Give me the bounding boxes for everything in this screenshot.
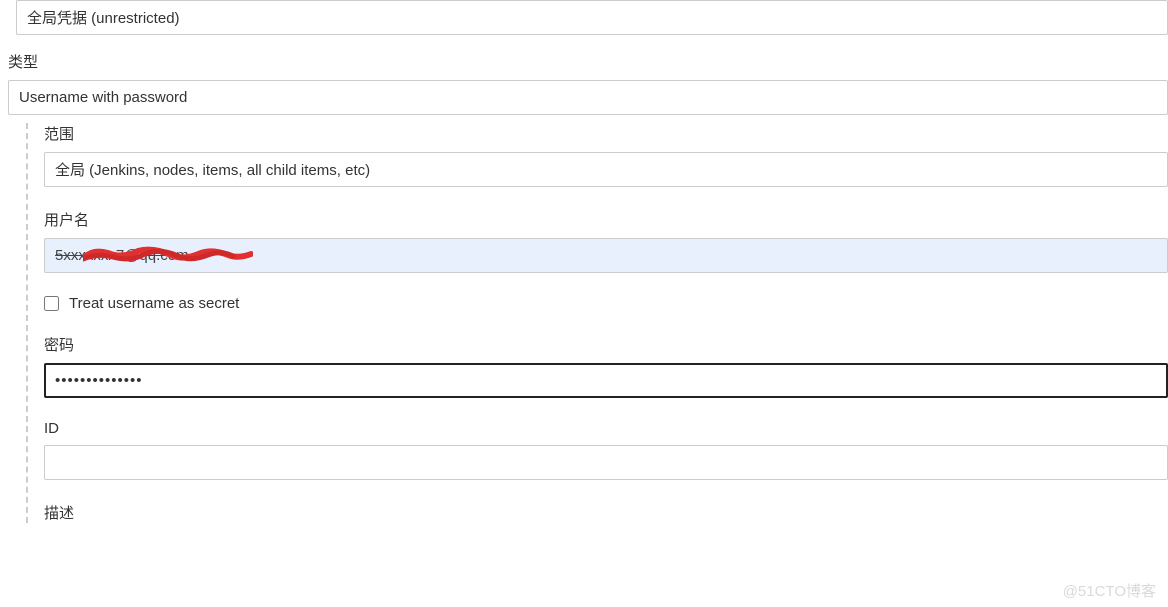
- id-label: ID: [44, 420, 1168, 437]
- type-select[interactable]: [8, 80, 1168, 115]
- credential-details-block: 范围 用户名 5xxxxxxx7@qq.com Treat username a…: [26, 123, 1168, 523]
- id-group: ID: [44, 420, 1168, 480]
- username-input[interactable]: 5xxxxxxx7@qq.com: [44, 238, 1168, 273]
- treat-username-secret-checkbox[interactable]: [44, 296, 59, 311]
- description-group: 描述: [44, 502, 1168, 523]
- username-value-redacted: 5xxxxxxx7@qq.com: [55, 247, 189, 264]
- id-input[interactable]: [44, 445, 1168, 480]
- password-label: 密码: [44, 334, 1168, 355]
- treat-secret-row: Treat username as secret: [44, 295, 1168, 312]
- treat-username-secret-label[interactable]: Treat username as secret: [69, 295, 239, 312]
- password-group: 密码: [44, 334, 1168, 398]
- password-input[interactable]: [44, 363, 1168, 398]
- type-section: 类型 范围 用户名 5xxxxxxx7@qq.com Treat usernam…: [0, 51, 1168, 523]
- scope-label: 范围: [44, 123, 1168, 144]
- watermark-text: @51CTO博客: [1063, 580, 1156, 601]
- username-group: 用户名 5xxxxxxx7@qq.com: [44, 209, 1168, 273]
- username-label: 用户名: [44, 209, 1168, 230]
- domain-section: [0, 0, 1168, 35]
- scope-select[interactable]: [44, 152, 1168, 187]
- description-label: 描述: [44, 502, 1168, 523]
- scope-group: 范围: [44, 123, 1168, 187]
- domain-select[interactable]: [16, 0, 1168, 35]
- type-label: 类型: [8, 51, 1168, 72]
